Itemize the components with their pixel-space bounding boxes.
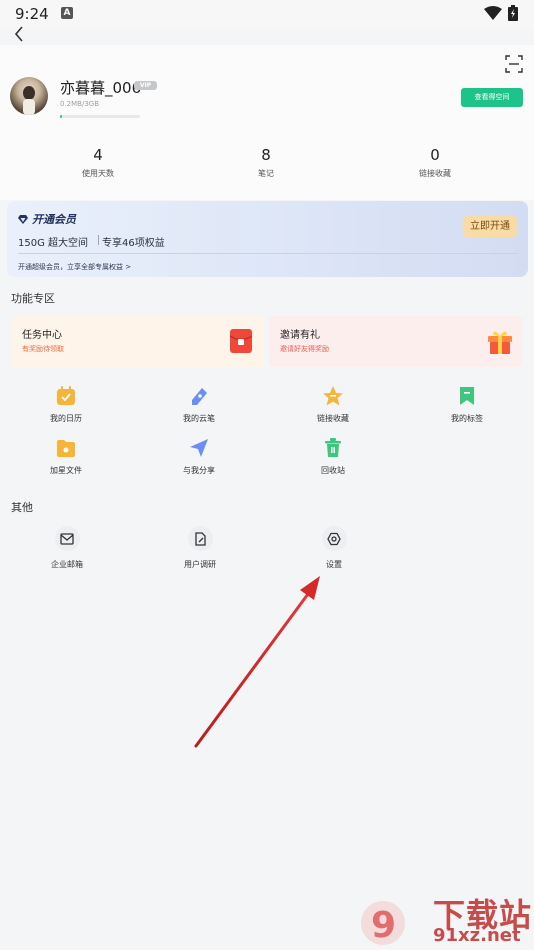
share-icon <box>190 439 208 457</box>
stat-label: 使用天数 <box>82 169 114 178</box>
stat-value: 8 <box>261 146 271 164</box>
grid-item-tags[interactable]: 我的标签 <box>412 385 522 424</box>
open-vip-button[interactable]: 立即开通 <box>463 216 517 237</box>
pen-icon <box>192 388 207 405</box>
wifi-icon <box>484 6 502 20</box>
stat-links[interactable]: 0 链接收藏 <box>385 146 485 179</box>
divider <box>98 235 99 245</box>
promo-subtitle: 有奖励待领取 <box>22 345 64 353</box>
stat-value: 0 <box>430 146 440 164</box>
stat-label: 笔记 <box>258 169 274 178</box>
notification-icon: A <box>61 7 73 19</box>
promo-title: 任务中心 <box>22 330 62 341</box>
svg-text:9: 9 <box>371 905 396 946</box>
avatar[interactable] <box>10 77 48 115</box>
grid-item-shared-with-me[interactable]: 与我分享 <box>144 437 254 476</box>
storage-usage: 0.2MB/3GB <box>60 100 100 108</box>
icon-wrap <box>187 526 213 551</box>
settings-icon <box>327 532 341 545</box>
watermark-site-text: 91xz.net <box>433 925 521 946</box>
stat-value: 4 <box>93 146 103 164</box>
section-title-features: 功能专区 <box>11 292 55 305</box>
vip-card-title: 开通会员 <box>18 211 76 227</box>
stat-notes[interactable]: 8 笔记 <box>216 146 316 179</box>
star-icon <box>323 386 343 406</box>
grid-label: 与我分享 <box>183 466 215 475</box>
diamond-icon <box>18 215 28 224</box>
back-icon[interactable] <box>10 24 30 44</box>
grid-item-link-favorites[interactable]: 链接收藏 <box>278 385 388 424</box>
mail-icon <box>60 532 74 545</box>
grid-label: 加星文件 <box>50 466 82 475</box>
battery-icon <box>508 5 518 21</box>
vip-benefit-rights: 专享46项权益 <box>102 238 165 249</box>
status-time: 9:24 <box>15 5 49 23</box>
storage-progress-fill <box>60 115 62 118</box>
enterprise-mail-item[interactable]: 企业邮箱 <box>27 526 107 570</box>
vip-card[interactable]: 开通会员 150G 超大空间 专享46项权益 立即开通 开通超级会员，立享全部专… <box>7 201 528 277</box>
calendar-icon <box>57 386 75 405</box>
annotation-arrow <box>194 576 320 748</box>
grid-item-calendar[interactable]: 我的日历 <box>11 385 121 424</box>
other-label: 企业邮箱 <box>51 560 83 569</box>
vip-card-link[interactable]: 开通超级会员，立享全部专属权益 > <box>18 262 131 272</box>
section-title-other: 其他 <box>11 501 33 514</box>
grid-label: 我的日历 <box>50 414 82 423</box>
grid-label: 链接收藏 <box>317 414 349 423</box>
status-bar: 9:24 A <box>0 0 534 28</box>
grid-item-cloud-pen[interactable]: 我的云笔 <box>144 385 254 424</box>
promo-title: 邀请有礼 <box>280 330 320 341</box>
invite-card[interactable]: 邀请有礼 邀请好友得奖励 <box>269 316 522 367</box>
grid-item-starred-files[interactable]: 加星文件 <box>11 437 121 476</box>
task-center-card[interactable]: 任务中心 有奖励待领取 <box>11 316 264 367</box>
divider <box>18 253 518 254</box>
trash-icon <box>325 438 341 457</box>
username: 亦暮暮_006 <box>60 79 142 97</box>
icon-wrap <box>54 526 80 551</box>
storage-progress-bar <box>60 115 140 118</box>
red-packet-icon <box>230 329 252 353</box>
grid-label: 回收站 <box>321 466 345 475</box>
stat-days[interactable]: 4 使用天数 <box>48 146 148 179</box>
icon-wrap <box>321 526 347 551</box>
bookmark-icon <box>460 387 474 405</box>
grid-label: 我的标签 <box>451 414 483 423</box>
folder-star-icon <box>57 440 75 457</box>
vip-badge: VIP <box>134 81 157 90</box>
vip-benefit-space: 150G 超大空间 <box>18 238 89 249</box>
gift-icon <box>488 331 512 354</box>
scan-icon[interactable] <box>505 55 523 73</box>
grid-label: 我的云笔 <box>183 414 215 423</box>
stat-label: 链接收藏 <box>419 169 451 178</box>
survey-icon <box>195 531 206 546</box>
grid-item-recycle-bin[interactable]: 回收站 <box>278 437 388 476</box>
promo-subtitle: 邀请好友得奖励 <box>280 345 329 353</box>
get-space-button[interactable]: 查看得空间 <box>461 88 523 107</box>
vip-title-text: 开通会员 <box>32 213 76 226</box>
